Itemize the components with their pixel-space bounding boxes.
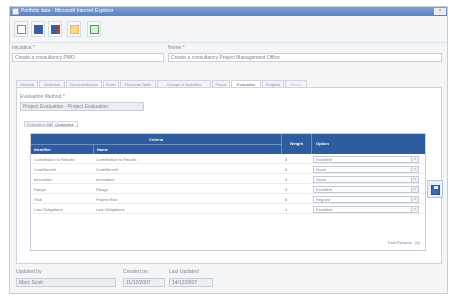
option-value: Good [316, 177, 326, 182]
weight-cell: 4 [285, 207, 288, 212]
subtab-qualitative[interactable]: Qualitative [52, 121, 78, 127]
save-close-button[interactable] [48, 21, 62, 37]
browser-window: Portfolio data - Microsoft Internet Expl… [9, 6, 448, 294]
identifier-cell: Contribution to Results [34, 157, 75, 162]
option-header[interactable]: Option [311, 134, 425, 154]
chevron-down-icon[interactable]: ▾ [411, 167, 418, 172]
criteria-header: Criteria [31, 134, 281, 145]
title-bar: Portfolio data - Microsoft Internet Expl… [10, 7, 447, 16]
updated-by-field: Marc Scott [16, 278, 116, 287]
option-value: Regular [316, 197, 331, 202]
upload-button[interactable] [67, 21, 81, 37]
save-close-icon [51, 25, 60, 34]
option-select[interactable]: Good ▾ [313, 166, 419, 173]
chevron-down-icon[interactable]: ▾ [411, 177, 418, 182]
weight-cell: 3 [285, 187, 288, 192]
identifier-cell: Law Obligations [34, 207, 63, 212]
save-icon [431, 185, 440, 195]
table-row: Law Obligations Law Obligations 4 Excell… [31, 205, 425, 214]
option-value: Excellent [316, 187, 333, 192]
criteria-grid: Criteria Identifier Name Weight Option C… [30, 133, 426, 251]
option-value: Good [316, 167, 326, 172]
name-header[interactable]: Name [93, 145, 281, 154]
name-cell: Cost/Benefit [96, 167, 118, 172]
identifier-cell: Cost/Benefit [34, 167, 56, 172]
close-window-button[interactable]: × [434, 8, 446, 15]
name-cell: Innovation [96, 177, 115, 182]
name-cell: Law Obligations [96, 207, 125, 212]
identifier-cell: Range [34, 187, 46, 192]
weight-cell: 8 [285, 157, 288, 162]
name-cell: Range [96, 187, 108, 192]
created-on-label: Created on [123, 269, 148, 275]
toolbar [10, 17, 447, 43]
last-updated-label: Last Updated [169, 269, 199, 275]
total-records: Total Records : (6) [387, 240, 420, 245]
table-row: Risk Project Risk 8 Regular ▾ [31, 195, 425, 204]
weight-cell: 8 [285, 197, 288, 202]
initiative-field[interactable]: Create a consultancy PMO [12, 53, 164, 62]
chevron-down-icon[interactable]: ▾ [411, 197, 418, 202]
option-select[interactable]: Good ▾ [313, 176, 419, 183]
weight-cell: 8 [285, 167, 288, 172]
option-value: Excellent [316, 207, 333, 212]
name-label: Nome * [168, 45, 185, 51]
window-title: Portfolio data - Microsoft Internet Expl… [21, 8, 114, 14]
last-updated-field: 14/12/2007 [169, 278, 213, 287]
name-cell: Contribution to Results [96, 157, 137, 162]
chevron-down-icon[interactable]: ▾ [411, 187, 418, 192]
new-document-button[interactable] [14, 21, 28, 37]
identifier-cell: Innovation [34, 177, 53, 182]
weight-header[interactable]: Weight [281, 134, 311, 154]
check-button[interactable] [87, 21, 101, 37]
name-cell: Project Risk [96, 197, 118, 202]
check-icon [90, 25, 99, 34]
weight-cell: 3 [285, 177, 288, 182]
identifier-cell: Risk [34, 197, 42, 202]
table-row: Innovation Innovation 3 Good ▾ [31, 175, 425, 184]
evaluation-method-field[interactable]: Project Evaluation - Project Evaluation [20, 102, 144, 111]
identifier-header[interactable]: Identifier [31, 145, 93, 154]
subtab-evaluation-matrix[interactable]: Evaluation Matrix [24, 121, 58, 127]
initiative-label: Iniciativa * [12, 45, 35, 51]
option-value: Excellent [316, 157, 333, 162]
option-select[interactable]: Excellent ▾ [313, 186, 419, 193]
table-row: Contribution to Results Contribution to … [31, 155, 425, 164]
name-field[interactable]: Create a consultancy Project Management … [168, 53, 442, 62]
chevron-down-icon[interactable]: ▾ [411, 207, 418, 212]
table-row: Cost/Benefit Cost/Benefit 8 Good ▾ [31, 165, 425, 174]
save-evaluation-button[interactable] [427, 180, 443, 198]
ie-window-icon [12, 8, 19, 15]
save-icon [34, 25, 43, 34]
upload-icon [70, 25, 79, 34]
evaluation-method-label: Evaluation Method * [20, 94, 65, 100]
table-row: Range Range 3 Excellent ▾ [31, 185, 425, 194]
chevron-down-icon[interactable]: ▾ [411, 157, 418, 162]
option-select[interactable]: Excellent ▾ [313, 156, 419, 163]
updated-by-label: Updated by [16, 269, 42, 275]
new-document-icon [17, 25, 26, 34]
created-on-field: 11/12/2007 [123, 278, 165, 287]
save-button[interactable] [31, 21, 45, 37]
option-select[interactable]: Excellent ▾ [313, 206, 419, 213]
option-select[interactable]: Regular ▾ [313, 196, 419, 203]
